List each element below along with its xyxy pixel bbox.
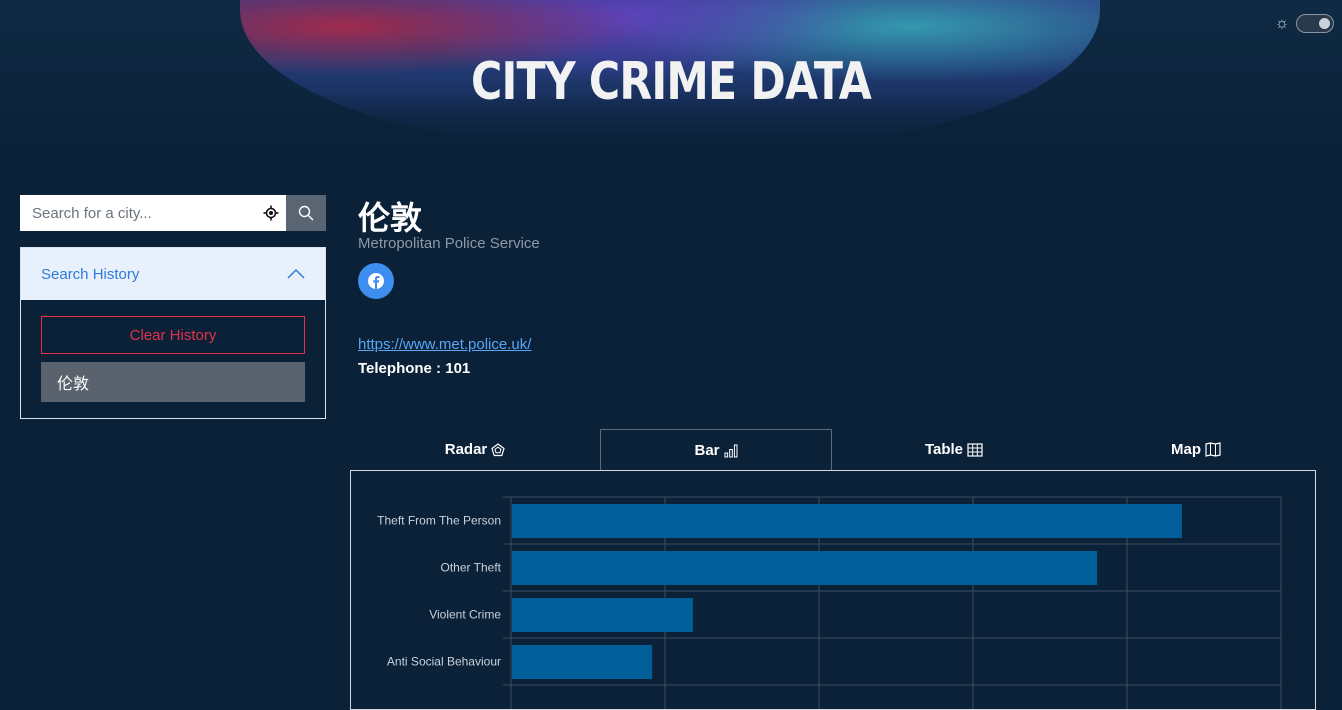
chart-panel: Theft From The Person Other Theft Violent … [350,470,1316,710]
sun-icon: ☼ [1274,15,1290,32]
search-history-header[interactable]: Search History [21,248,325,300]
bar-chart-icon [724,444,737,457]
telephone: Telephone : 101 [358,360,471,377]
tab-label: Bar [694,442,720,459]
map-icon [1205,442,1221,457]
facebook-button[interactable] [358,263,394,299]
tab-label: Table [924,441,964,458]
city-name: 伦敦 [358,200,423,236]
tab-label: Map [1171,441,1201,458]
police-agency: Metropolitan Police Service [358,235,540,252]
bar[interactable] [512,551,1098,585]
category-label: Violent Crime [429,608,501,622]
category-label: Other Theft [441,561,502,575]
bar[interactable] [512,504,1182,538]
tab-bar[interactable]: Bar [600,429,832,471]
website-link[interactable]: https://www.met.police.uk/ [358,336,531,353]
toggle-knob [1319,18,1330,29]
theme-toggle[interactable] [1296,14,1334,33]
chevron-up-icon [287,268,305,279]
search-button[interactable] [286,195,326,231]
table-icon [967,442,983,457]
category-label: Theft From The Person [377,514,501,528]
search-history-panel: Search History Clear History 伦敦 [20,247,326,419]
tab-radar[interactable]: Radar [350,429,600,470]
search-input[interactable] [20,195,286,231]
page-title: CITY CRIME DATA [471,52,872,112]
chart-tabs: Radar Bar Table Map [350,429,1316,471]
bar[interactable] [512,598,693,632]
pentagon-icon [491,442,505,456]
category-label: Anti Social Behaviour [387,655,501,669]
hero-banner: CITY CRIME DATA [0,0,1342,170]
search-icon [298,205,314,221]
search-box [20,195,326,231]
clear-history-button[interactable]: Clear History [41,316,305,354]
search-history-title: Search History [41,265,140,283]
bar-chart: Theft From The Person Other Theft Violent … [377,496,1282,709]
tab-table[interactable]: Table [832,429,1076,470]
facebook-icon [368,273,384,289]
history-item[interactable]: 伦敦 [41,362,305,402]
locate-icon[interactable] [263,205,279,221]
tab-label: Radar [444,441,488,458]
tab-map[interactable]: Map [1076,429,1316,470]
bar[interactable] [512,645,653,679]
